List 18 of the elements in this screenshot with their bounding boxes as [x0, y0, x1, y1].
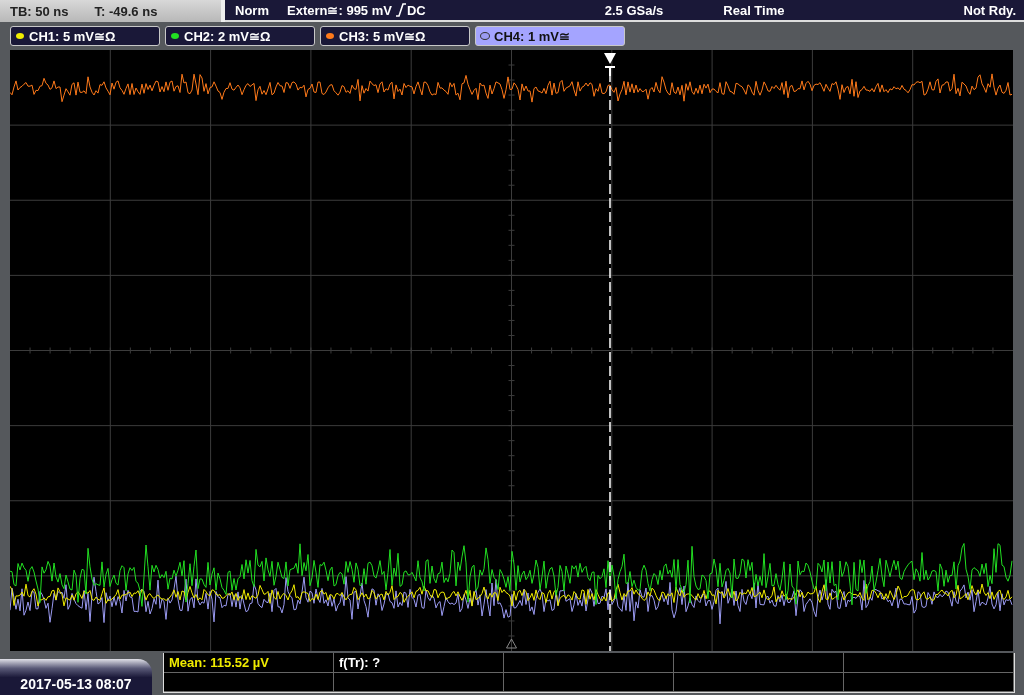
measurement-value: Mean: 115.52 µV	[169, 655, 269, 670]
trigger-coupling: DC	[406, 2, 426, 18]
trigger-marker-icon	[604, 53, 616, 77]
channel-tab[interactable]: CH3: 5 mV≅Ω	[320, 26, 470, 46]
timebase-readout: TB: 50 ns	[10, 3, 69, 19]
acquisition-mode: Real Time	[723, 2, 785, 18]
rising-edge-icon	[395, 3, 406, 17]
date-time: 2017-05-13 08:07	[0, 659, 152, 695]
measurement-value: f(Tr): ?	[339, 655, 381, 670]
channel-tab[interactable]: CH2: 2 mV≅Ω	[165, 26, 315, 46]
trigger-mode: Norm	[235, 2, 270, 18]
ground-marker-icon	[506, 638, 517, 649]
trigger-time-readout: T: -49.6 ns	[94, 3, 158, 19]
acquisition-status: Not Rdy.	[963, 2, 1016, 18]
channel-tab[interactable]: CH4: 1 mV≅	[475, 26, 625, 46]
channel-tab[interactable]: CH1: 5 mV≅Ω	[10, 26, 160, 46]
sample-rate: 2.5 GSa/s	[604, 2, 664, 18]
trigger-source: Extern≅: 995 mV	[287, 2, 392, 18]
